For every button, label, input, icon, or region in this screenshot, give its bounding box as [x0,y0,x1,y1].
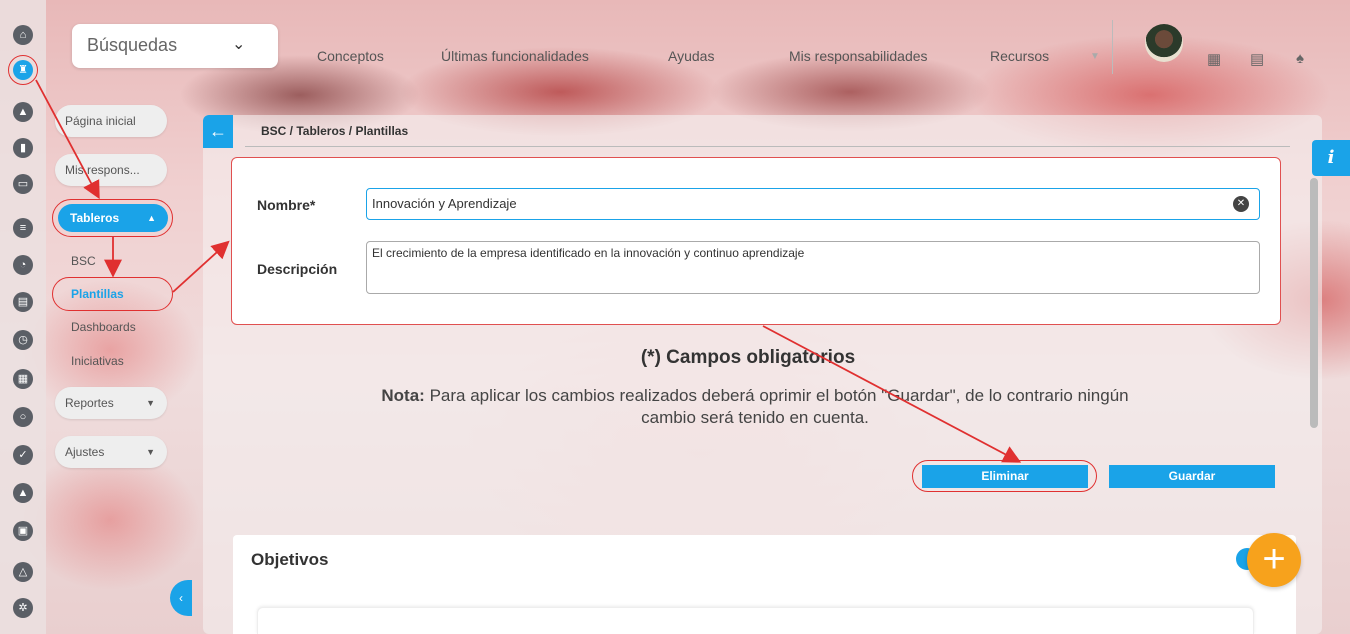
arrow-form-to-eliminar [762,325,1022,463]
arrow-plantillas-to-form [172,240,230,293]
arrow-rail-to-tableros [35,79,100,200]
annotation-arrows [35,79,1022,463]
